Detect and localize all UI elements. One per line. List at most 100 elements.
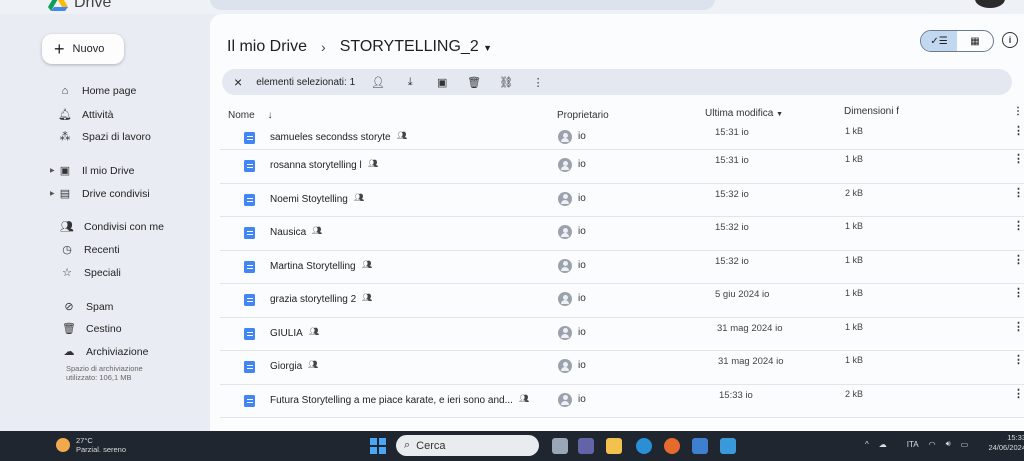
workspaces-icon: ⁂ bbox=[59, 131, 71, 143]
file-row[interactable]: rosanna storytelling l 👥︎ io 15:31 io 1 kB ⋮ bbox=[220, 150, 1024, 184]
breadcrumb: Il mio Drive › STORYTELLING_2 ▼ bbox=[227, 38, 492, 56]
file-row[interactable]: Futura Storytelling a me piace karate, e… bbox=[220, 385, 1024, 418]
owner-avatar bbox=[558, 325, 572, 340]
sidebar-item-trash[interactable]: 🗑︎ Cestino bbox=[62, 322, 122, 336]
sidebar-item-storage[interactable]: ☁ Archiviazione bbox=[62, 345, 149, 359]
file-size: 1 kB bbox=[845, 288, 864, 298]
cloud-icon[interactable]: ☁ bbox=[879, 440, 887, 449]
sidebar-item-spam[interactable]: ⊘ Spam bbox=[62, 300, 113, 314]
column-header-owner[interactable]: Proprietario bbox=[557, 110, 609, 121]
battery-icon[interactable]: ▭ bbox=[961, 440, 969, 449]
more-vert-icon[interactable]: ⋮ bbox=[1013, 387, 1024, 400]
sidebar-item-my-drive[interactable]: ▶ ▣ Il mio Drive bbox=[50, 164, 135, 178]
sidebar-item-label: Archiviazione bbox=[86, 345, 149, 358]
owner-avatar bbox=[558, 191, 572, 206]
sidebar-item-shared-drives[interactable]: ▶ ▤ Drive condivisi bbox=[50, 187, 150, 201]
link-icon[interactable]: ⛓︎ bbox=[497, 76, 515, 89]
column-header-name[interactable]: Nome ↓ bbox=[228, 110, 272, 121]
taskbar-search-label: Cerca bbox=[416, 439, 446, 452]
expand-icon[interactable]: ▶ bbox=[50, 167, 55, 174]
sidebar-item-shared-with-me[interactable]: 👥︎ Condivisi con me bbox=[60, 220, 164, 234]
breadcrumb-root[interactable]: Il mio Drive bbox=[227, 38, 307, 56]
file-name: Giorgia bbox=[270, 361, 303, 372]
shared-people-icon: 👥︎ bbox=[354, 192, 365, 202]
list-view-button[interactable]: ✓☰ bbox=[921, 31, 957, 51]
weather-widget[interactable]: 27°C Parzial. sereno bbox=[56, 436, 126, 454]
expand-icon[interactable]: ▶ bbox=[50, 190, 55, 197]
start-button[interactable] bbox=[370, 438, 386, 454]
move-icon[interactable]: ▣ bbox=[433, 76, 451, 89]
account-avatar[interactable] bbox=[975, 0, 1005, 8]
check-icon: ✓☰ bbox=[930, 35, 948, 47]
file-row[interactable]: Giorgia 👥︎ io 31 mag 2024 io 1 kB ⋮ bbox=[220, 351, 1024, 385]
sidebar-item-starred[interactable]: ☆ Speciali bbox=[60, 266, 121, 280]
file-owner: io bbox=[578, 192, 586, 204]
volume-icon[interactable]: 🔊︎ bbox=[946, 439, 951, 449]
file-modified: 15:32 io bbox=[715, 222, 749, 233]
clock[interactable]: 15:33 24/06/2024 bbox=[986, 433, 1024, 453]
more-vert-icon[interactable]: ⋮ bbox=[1013, 124, 1024, 137]
more-vert-icon[interactable]: ⋮ bbox=[1013, 320, 1024, 333]
file-explorer-icon[interactable] bbox=[606, 438, 622, 454]
taskbar-search[interactable]: ⌕ Cerca bbox=[396, 435, 539, 456]
file-row[interactable]: samueles secondss storyte 👥︎ io 15:31 io 1 k… bbox=[220, 125, 1024, 150]
share-icon[interactable]: 👤︎ bbox=[369, 76, 387, 89]
more-vert-icon[interactable]: ⋮ bbox=[1013, 152, 1024, 165]
more-vert-icon[interactable]: ⋮ bbox=[1013, 219, 1024, 232]
file-owner: io bbox=[578, 259, 586, 271]
owner-avatar bbox=[558, 292, 572, 306]
drive-logo[interactable]: Drive bbox=[48, 0, 111, 12]
google-docs-icon bbox=[244, 361, 255, 373]
file-row[interactable]: Noemi Stoytelling 👥︎ io 15:32 io 2 kB ⋮ bbox=[220, 184, 1024, 217]
file-row[interactable]: Martina Storytelling 👥︎ io 15:32 io 1 kB ⋮ bbox=[220, 251, 1024, 284]
firefox-icon[interactable] bbox=[664, 438, 680, 454]
file-row[interactable]: Nausica 👥︎ io 15:32 io 1 kB ⋮ bbox=[220, 217, 1024, 251]
more-vert-icon[interactable]: ⋮ bbox=[1013, 186, 1024, 199]
chevron-up-icon[interactable]: ^ bbox=[865, 440, 869, 449]
file-size: 1 kB bbox=[845, 321, 864, 332]
plus-icon: + bbox=[54, 39, 65, 59]
file-owner: io bbox=[578, 293, 586, 304]
shared-people-icon: 👥︎ bbox=[519, 393, 530, 403]
more-vert-icon[interactable]: ⋮ bbox=[1013, 253, 1024, 266]
info-icon[interactable]: i bbox=[1002, 32, 1018, 48]
column-label: Dimensioni f bbox=[844, 106, 900, 117]
column-header-size[interactable]: Dimensioni f bbox=[844, 106, 899, 117]
app-icon[interactable] bbox=[720, 438, 736, 454]
column-label: Proprietario bbox=[557, 110, 609, 121]
new-button[interactable]: + Nuovo bbox=[42, 34, 124, 64]
edge-icon[interactable] bbox=[636, 438, 652, 454]
google-docs-icon bbox=[244, 160, 255, 172]
more-vert-icon[interactable]: ⋮ bbox=[1013, 353, 1024, 366]
shared-people-icon: 👥︎ bbox=[368, 159, 379, 168]
file-name: samueles secondss storyte bbox=[270, 132, 391, 143]
sidebar-item-label: Condivisi con me bbox=[84, 220, 164, 233]
sidebar-item-recent[interactable]: ◷ Recenti bbox=[60, 243, 119, 257]
storage-line-1: Spazio di archiviazione bbox=[66, 364, 143, 373]
more-vert-icon[interactable]: ⋮ bbox=[1013, 106, 1023, 117]
search-input[interactable] bbox=[210, 0, 715, 10]
google-docs-icon bbox=[244, 193, 255, 206]
close-icon[interactable]: × bbox=[234, 74, 242, 90]
breadcrumb-current[interactable]: STORYTELLING_2 ▼ bbox=[340, 38, 492, 56]
sidebar-item-home[interactable]: ⌂ Home page bbox=[58, 85, 137, 97]
language-indicator[interactable]: ITA bbox=[907, 440, 919, 449]
column-header-modified[interactable]: Ultima modifica ▼ bbox=[705, 108, 783, 119]
more-vert-icon[interactable]: ⋮ bbox=[529, 76, 547, 89]
download-icon[interactable]: ⤓ bbox=[401, 76, 419, 89]
grid-view-button[interactable]: ▦ bbox=[957, 31, 993, 51]
trash-icon[interactable]: 🗑︎ bbox=[465, 76, 483, 89]
star-icon: ☆ bbox=[62, 267, 72, 279]
breadcrumb-separator: › bbox=[321, 39, 326, 55]
file-row[interactable]: grazia storytelling 2 👥︎ io 5 giu 2024 io 1 … bbox=[220, 284, 1024, 318]
task-view-icon[interactable] bbox=[552, 438, 568, 454]
arrow-down-icon[interactable]: ↓ bbox=[267, 110, 272, 121]
teams-icon[interactable] bbox=[578, 438, 594, 454]
sidebar-item-workspaces[interactable]: ⁂ Spazi di lavoro bbox=[58, 130, 151, 144]
sidebar-item-activity[interactable]: 🔔︎ Attività bbox=[58, 108, 114, 122]
more-vert-icon[interactable]: ⋮ bbox=[1013, 286, 1024, 299]
wifi-icon[interactable]: ◠ bbox=[929, 440, 936, 449]
file-row[interactable]: GIULIA 👥︎ io 31 mag 2024 io 1 kB ⋮ bbox=[220, 318, 1024, 351]
store-icon[interactable] bbox=[692, 438, 708, 454]
file-name: Noemi Stoytelling bbox=[270, 193, 348, 205]
